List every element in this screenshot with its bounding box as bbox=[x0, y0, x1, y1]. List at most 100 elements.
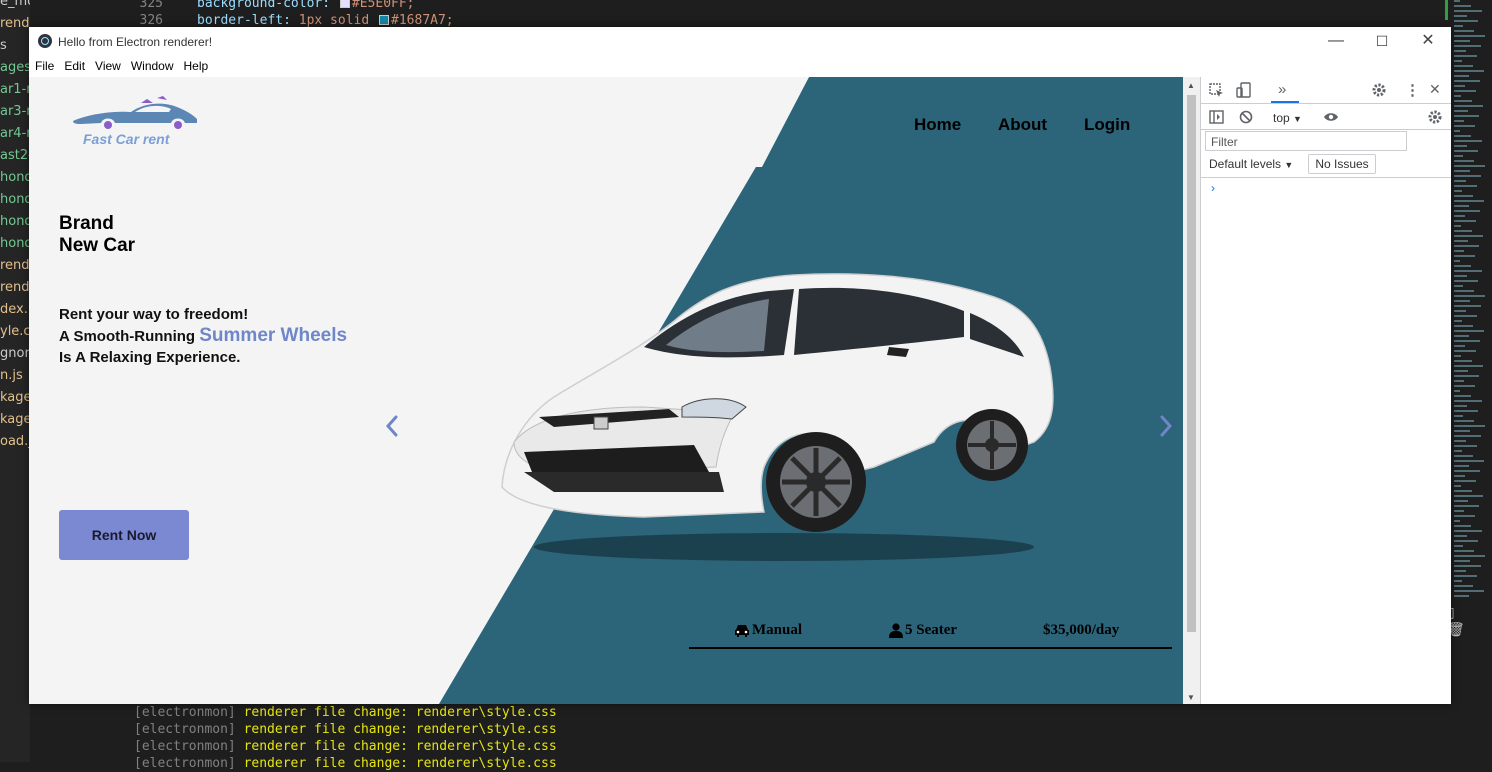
explorer-item[interactable]: ages bbox=[0, 60, 30, 75]
inspect-element-icon[interactable] bbox=[1209, 83, 1224, 98]
explorer-item[interactable]: renderer bbox=[0, 16, 30, 31]
minimap-line bbox=[1454, 230, 1472, 232]
minimap-line bbox=[1454, 255, 1475, 257]
device-toolbar-icon[interactable] bbox=[1236, 82, 1251, 98]
menu-file[interactable]: File bbox=[29, 55, 54, 77]
scroll-down-icon[interactable]: ▼ bbox=[1187, 693, 1195, 702]
rent-now-button[interactable]: Rent Now bbox=[59, 510, 189, 560]
explorer-item[interactable]: yle.css bbox=[0, 324, 30, 339]
minimap-line bbox=[1454, 430, 1470, 432]
dropdown-arrow-icon: ▼ bbox=[1284, 160, 1293, 170]
explorer-item[interactable]: rendere bbox=[0, 258, 30, 273]
settings-gear-icon[interactable] bbox=[1371, 82, 1387, 98]
minimap-line bbox=[1454, 315, 1477, 317]
minimap[interactable] bbox=[1452, 0, 1492, 600]
spec-transmission-label: Manual bbox=[752, 622, 802, 639]
menu-edit[interactable]: Edit bbox=[58, 55, 85, 77]
minimap-line bbox=[1454, 465, 1469, 467]
explorer-item[interactable]: honda bbox=[0, 236, 30, 251]
next-slide-arrow-icon[interactable] bbox=[1156, 413, 1176, 439]
close-button[interactable]: ✕ bbox=[1405, 31, 1451, 51]
minimap-line bbox=[1454, 530, 1482, 532]
prev-slide-arrow-icon[interactable] bbox=[382, 413, 402, 439]
minimap-line bbox=[1454, 590, 1484, 592]
explorer-item[interactable]: kage- bbox=[0, 390, 30, 405]
console-filter-input[interactable]: Filter bbox=[1205, 131, 1407, 151]
explorer-item[interactable]: ar4-r bbox=[0, 126, 30, 141]
minimap-line bbox=[1454, 445, 1477, 447]
spec-seats: 5 Seater bbox=[889, 622, 957, 639]
color-swatch-icon[interactable] bbox=[379, 15, 389, 25]
minimap-line bbox=[1454, 0, 1460, 2]
minimap-line bbox=[1454, 235, 1483, 237]
explorer-item[interactable]: ast2-r bbox=[0, 148, 30, 163]
nav-about[interactable]: About bbox=[998, 115, 1047, 135]
scroll-up-icon[interactable]: ▲ bbox=[1187, 81, 1195, 90]
sidebar-toggle-icon[interactable] bbox=[1209, 110, 1224, 124]
explorer-item[interactable]: s bbox=[0, 38, 7, 53]
terminal-message: renderer file change: renderer\style.css bbox=[244, 739, 557, 754]
minimap-line bbox=[1454, 50, 1466, 52]
spec-price-label: $35,000/day bbox=[1043, 622, 1119, 639]
scroll-thumb[interactable] bbox=[1187, 95, 1196, 632]
electron-app-icon bbox=[38, 34, 52, 48]
explorer-item[interactable]: ar3-r bbox=[0, 104, 30, 119]
explorer-item[interactable]: oad.js bbox=[0, 434, 30, 449]
explorer-item[interactable]: honda bbox=[0, 192, 30, 207]
title-bar[interactable]: Hello from Electron renderer! — ☐ ✕ bbox=[29, 27, 1451, 55]
clear-console-icon[interactable] bbox=[1239, 110, 1253, 124]
nav-login[interactable]: Login bbox=[1084, 115, 1130, 135]
terminal-message: renderer file change: renderer\style.css bbox=[244, 722, 557, 737]
color-swatch-icon[interactable] bbox=[340, 0, 350, 8]
console-prompt-icon[interactable]: › bbox=[1211, 181, 1215, 195]
minimap-line bbox=[1454, 240, 1468, 242]
log-levels-dropdown[interactable]: Default levels ▼ bbox=[1209, 157, 1293, 171]
maximize-button[interactable]: ☐ bbox=[1359, 31, 1405, 51]
explorer-item[interactable]: dex.ht bbox=[0, 302, 30, 317]
minimap-line bbox=[1454, 85, 1465, 87]
explorer-item[interactable]: kage. bbox=[0, 412, 30, 427]
css-value: #E5E0FF; bbox=[352, 0, 415, 11]
minimap-line bbox=[1454, 165, 1485, 167]
minimap-line bbox=[1454, 320, 1462, 322]
explorer-item[interactable]: e_modules bbox=[0, 0, 30, 9]
console-settings-gear-icon[interactable] bbox=[1427, 109, 1443, 125]
site-logo[interactable]: Fast Car rent bbox=[71, 95, 201, 150]
close-devtools-icon[interactable]: ✕ bbox=[1429, 81, 1441, 98]
git-change-indicator bbox=[1445, 0, 1448, 20]
minimap-line bbox=[1454, 150, 1478, 152]
minimap-line bbox=[1454, 20, 1478, 22]
minimap-line bbox=[1454, 525, 1471, 527]
menu-help[interactable]: Help bbox=[178, 55, 209, 77]
context-selector[interactable]: top ▼ bbox=[1273, 111, 1302, 125]
more-tabs-icon[interactable]: » bbox=[1278, 81, 1286, 98]
hero-title-line1: Brand bbox=[59, 213, 135, 235]
explorer-item[interactable]: ar1-r bbox=[0, 82, 30, 97]
nav-home[interactable]: Home bbox=[914, 115, 961, 135]
divider bbox=[1201, 177, 1451, 178]
explorer-item[interactable]: n.js bbox=[0, 368, 23, 383]
minimap-line bbox=[1454, 450, 1462, 452]
page-scrollbar[interactable]: ▲ ▼ bbox=[1183, 77, 1200, 704]
minimap-line bbox=[1454, 565, 1481, 567]
terminal-line: [electronmon] renderer file change: rend… bbox=[134, 721, 557, 738]
minimap-line bbox=[1454, 420, 1474, 422]
explorer-item[interactable]: honda bbox=[0, 170, 30, 185]
live-expression-eye-icon[interactable] bbox=[1323, 111, 1339, 123]
more-options-icon[interactable]: ⋮ bbox=[1405, 81, 1420, 99]
explorer-item[interactable]: honda bbox=[0, 214, 30, 229]
minimap-line bbox=[1454, 270, 1482, 272]
terminal-message: renderer file change: renderer\style.css bbox=[244, 756, 557, 771]
issues-button[interactable]: No Issues bbox=[1308, 154, 1376, 174]
minimap-line bbox=[1454, 180, 1466, 182]
minimap-line bbox=[1454, 125, 1475, 127]
active-tab-indicator bbox=[1271, 101, 1299, 103]
explorer-item[interactable]: rende bbox=[0, 280, 30, 295]
menu-view[interactable]: View bbox=[89, 55, 121, 77]
explorer-item[interactable]: gnore bbox=[0, 346, 30, 361]
minimap-line bbox=[1454, 535, 1467, 537]
minimize-button[interactable]: — bbox=[1313, 31, 1359, 51]
minimap-line bbox=[1454, 550, 1474, 552]
minimap-line bbox=[1454, 480, 1476, 482]
menu-window[interactable]: Window bbox=[125, 55, 174, 77]
